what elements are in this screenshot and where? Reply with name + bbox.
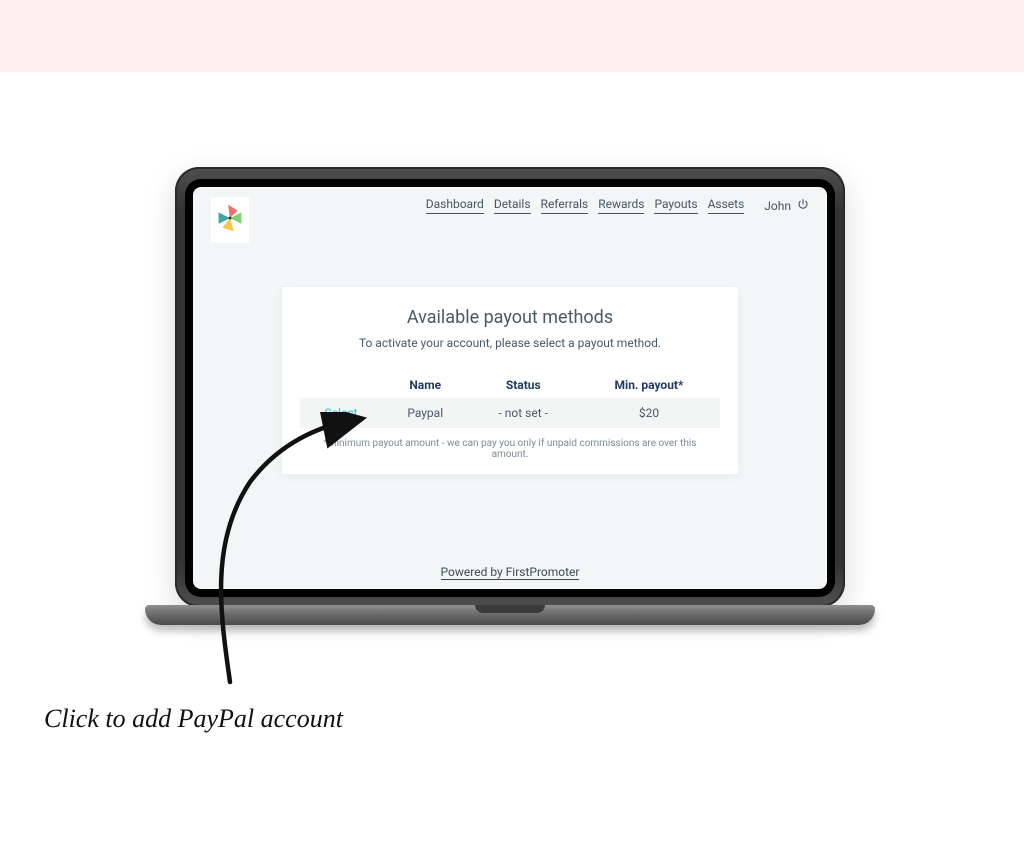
nav-dashboard[interactable]: Dashboard [426, 197, 484, 214]
power-icon [797, 198, 809, 213]
panel-footnote: *Minimum payout amount - we can pay you … [306, 438, 714, 460]
nav-assets[interactable]: Assets [708, 197, 745, 214]
col-name: Name [382, 372, 469, 398]
laptop-notch [475, 605, 545, 613]
nav-details[interactable]: Details [494, 197, 531, 214]
app-screen: Dashboard Details Referrals Rewards Payo… [193, 187, 827, 589]
annotation-caption: Click to add PayPal account [44, 704, 343, 734]
pinwheel-logo-icon [211, 197, 249, 247]
nav-rewards[interactable]: Rewards [598, 197, 644, 214]
select-payout-link[interactable]: Select [324, 406, 357, 421]
powered-by-link[interactable]: Powered by FirstPromoter [441, 565, 580, 580]
col-minpayout: Min. payout* [578, 372, 720, 398]
payout-table: Name Status Min. payout* Select Paypal -… [300, 372, 720, 428]
nav-referrals[interactable]: Referrals [541, 197, 589, 214]
panel-title: Available payout methods [300, 307, 720, 328]
nav-payouts[interactable]: Payouts [654, 197, 697, 214]
main-nav: Dashboard Details Referrals Rewards Payo… [426, 197, 809, 214]
cell-min: $20 [578, 398, 720, 428]
pink-banner [0, 0, 1024, 72]
cell-name: Paypal [382, 398, 469, 428]
col-status: Status [469, 372, 578, 398]
powered-by: Powered by FirstPromoter [193, 553, 827, 589]
payout-methods-panel: Available payout methods To activate you… [282, 287, 738, 474]
laptop-frame: Dashboard Details Referrals Rewards Payo… [145, 167, 875, 687]
topbar: Dashboard Details Referrals Rewards Payo… [193, 187, 827, 247]
panel-subtitle: To activate your account, please select … [300, 336, 720, 350]
stage: Dashboard Details Referrals Rewards Payo… [0, 72, 1024, 853]
user-menu[interactable]: John [764, 198, 809, 213]
user-name: John [764, 199, 791, 213]
table-row: Select Paypal - not set - $20 [300, 398, 720, 428]
col-action [300, 372, 382, 398]
cell-status: - not set - [469, 398, 578, 428]
